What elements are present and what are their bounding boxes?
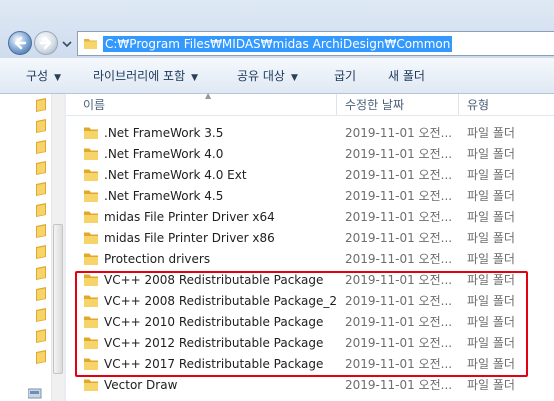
file-type: 파일 폴더 [467, 231, 515, 245]
list-item[interactable]: .Net FrameWork 3.5 2019-11-01 오전... 파일 폴… [66, 123, 554, 144]
address-bar-area: C:₩Program Files₩MIDAS₩midas ArchiDesign… [0, 0, 554, 58]
nav-folder-icon[interactable] [36, 119, 47, 133]
list-item[interactable]: midas File Printer Driver x86 2019-11-01… [66, 228, 554, 249]
file-type: 파일 폴더 [467, 378, 515, 392]
share-with-label: 공유 대상 [237, 69, 285, 83]
file-date: 2019-11-01 오전... [345, 252, 453, 266]
file-date: 2019-11-01 오전... [345, 168, 453, 182]
folder-icon [84, 379, 98, 391]
column-header-name[interactable]: 이름 [83, 98, 105, 112]
navigation-scrollbar[interactable] [51, 94, 64, 401]
burn-label: 굽기 [334, 69, 357, 83]
file-type: 파일 폴더 [467, 210, 515, 224]
file-type: 파일 폴더 [467, 147, 515, 161]
annotation-highlight-box [75, 271, 528, 377]
file-type: 파일 폴더 [467, 168, 515, 182]
forward-arrow-icon [39, 36, 52, 50]
sort-indicator-icon: ▲ [205, 91, 212, 100]
nav-folder-icon[interactable] [36, 329, 47, 343]
file-name: .Net FrameWork 4.5 [104, 189, 224, 203]
include-in-library-button[interactable]: 라이브러리에 포함 ▼ [93, 69, 198, 85]
nav-drive-icon[interactable] [28, 387, 42, 399]
file-date: 2019-11-01 오전... [345, 126, 453, 140]
folder-icon [84, 232, 98, 244]
list-item[interactable]: .Net FrameWork 4.5 2019-11-01 오전... 파일 폴… [66, 186, 554, 207]
new-folder-button[interactable]: 새 폴더 [388, 69, 425, 83]
nav-folder-icon[interactable] [36, 287, 47, 301]
navigation-scrollbar-thumb[interactable] [53, 224, 63, 374]
column-divider[interactable] [458, 94, 459, 115]
file-date: 2019-11-01 오전... [345, 378, 453, 392]
column-header-date-modified[interactable]: 수정한 날짜 [345, 98, 404, 112]
file-date: 2019-11-01 오전... [345, 231, 453, 245]
file-name: .Net FrameWork 3.5 [104, 126, 224, 140]
burn-button[interactable]: 굽기 [334, 69, 356, 83]
folder-icon [84, 211, 98, 223]
recent-pages-dropdown-icon[interactable] [62, 40, 72, 48]
file-type: 파일 폴더 [467, 126, 515, 140]
nav-folder-icon[interactable] [36, 266, 47, 280]
nav-folder-icon[interactable] [36, 308, 47, 322]
file-type: 파일 폴더 [467, 252, 515, 266]
nav-folder-icon[interactable] [36, 161, 47, 175]
list-item[interactable]: Protection drivers 2019-11-01 오전... 파일 폴… [66, 249, 554, 270]
chevron-down-icon: ▼ [191, 73, 199, 83]
file-date: 2019-11-01 오전... [345, 147, 453, 161]
folder-icon [84, 190, 98, 202]
nav-folder-icon[interactable] [36, 245, 47, 259]
folder-icon [84, 253, 98, 265]
forward-button[interactable] [34, 31, 58, 55]
nav-folder-icon[interactable] [36, 182, 47, 196]
column-divider[interactable] [336, 94, 337, 115]
column-header-row: ▲ 이름 수정한 날짜 유형 [66, 91, 554, 116]
organize-label: 구성 [26, 69, 49, 83]
share-with-button[interactable]: 공유 대상 ▼ [237, 69, 298, 85]
nav-folder-icon[interactable] [36, 224, 47, 238]
command-bar: 구성 ▼ 라이브러리에 포함 ▼ 공유 대상 ▼ 굽기 새 폴더 [0, 58, 554, 94]
file-name: .Net FrameWork 4.0 Ext [104, 168, 247, 182]
nav-folder-icon[interactable] [36, 350, 47, 364]
folder-icon [84, 169, 98, 181]
list-item[interactable]: Vector Draw 2019-11-01 오전... 파일 폴더 [66, 375, 554, 396]
file-type: 파일 폴더 [467, 189, 515, 203]
list-item[interactable]: .Net FrameWork 4.0 2019-11-01 오전... 파일 폴… [66, 144, 554, 165]
address-path[interactable]: C:₩Program Files₩MIDAS₩midas ArchiDesign… [103, 36, 453, 52]
back-button[interactable] [8, 31, 32, 55]
folder-icon [84, 148, 98, 160]
nav-folder-icon[interactable] [36, 140, 47, 154]
list-item[interactable]: midas File Printer Driver x64 2019-11-01… [66, 207, 554, 228]
file-name: Vector Draw [104, 378, 178, 392]
folder-icon [84, 127, 98, 139]
chevron-down-icon: ▼ [290, 73, 298, 83]
nav-folder-icon[interactable] [36, 98, 47, 112]
column-header-type[interactable]: 유형 [467, 98, 489, 112]
include-in-library-label: 라이브러리에 포함 [93, 69, 186, 83]
folder-icon [84, 39, 97, 49]
file-date: 2019-11-01 오전... [345, 189, 453, 203]
chevron-down-icon: ▼ [54, 73, 62, 83]
new-folder-label: 새 폴더 [388, 69, 425, 83]
nav-folder-icon[interactable] [36, 203, 47, 217]
organize-button[interactable]: 구성 ▼ [26, 69, 61, 85]
file-name: midas File Printer Driver x64 [104, 210, 275, 224]
list-item[interactable]: .Net FrameWork 4.0 Ext 2019-11-01 오전... … [66, 165, 554, 186]
file-date: 2019-11-01 오전... [345, 210, 453, 224]
file-name: Protection drivers [104, 252, 211, 266]
back-arrow-icon [14, 36, 27, 50]
address-field[interactable]: C:₩Program Files₩MIDAS₩midas ArchiDesign… [77, 31, 554, 56]
file-name: midas File Printer Driver x86 [104, 231, 275, 245]
file-name: .Net FrameWork 4.0 [104, 147, 224, 161]
